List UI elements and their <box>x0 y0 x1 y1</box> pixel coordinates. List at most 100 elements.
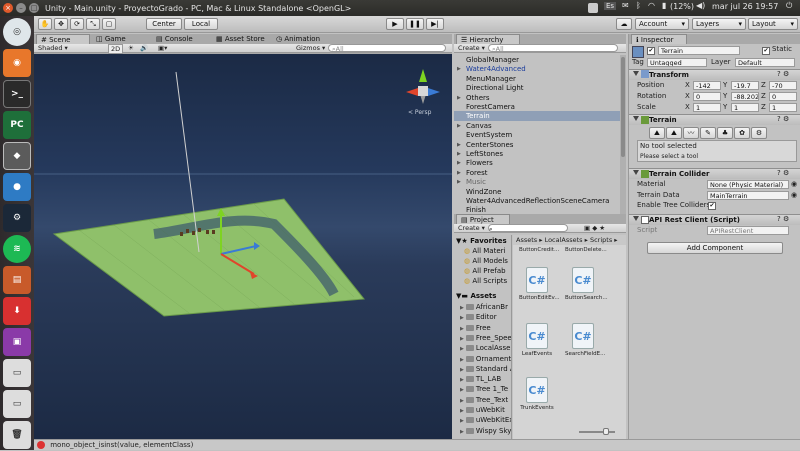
folder-item[interactable]: ▶ Ornament <box>460 354 511 364</box>
breadcrumb-assets[interactable]: Assets <box>516 236 537 244</box>
object-picker-icon[interactable]: ◉ <box>791 191 797 199</box>
project-search-input[interactable]: ⌕ <box>488 224 568 233</box>
clock[interactable]: mar jul 26 19:57 <box>712 2 778 11</box>
api-client-checkbox[interactable] <box>641 216 649 224</box>
folder-item[interactable]: ▶ TL_LAB <box>460 374 501 384</box>
audio-icon[interactable]: 🔊 <box>140 44 148 52</box>
axis-label[interactable]: X <box>685 92 690 100</box>
foldout-arrow-icon[interactable] <box>633 71 639 77</box>
expand-arrow-icon[interactable]: ▶ <box>460 429 464 435</box>
expand-arrow-icon[interactable]: ▶ <box>460 408 464 414</box>
api-client-header[interactable]: API Rest Client (Script) <box>629 214 800 225</box>
raise-terrain-icon[interactable]: ⛰ <box>649 127 665 139</box>
object-picker-icon[interactable]: ◉ <box>791 180 797 188</box>
bluetooth-icon[interactable]: ᛒ <box>636 1 641 10</box>
tab-asset-store[interactable]: ▦ Asset Store <box>212 34 272 44</box>
trash-icon[interactable]: 🗑 <box>3 421 31 449</box>
expand-arrow-icon[interactable]: ▶ <box>460 357 464 363</box>
browser-icon[interactable]: ● <box>3 173 31 201</box>
pycharm-icon[interactable]: PC <box>3 111 31 139</box>
folder-item[interactable]: ▶ Standard A <box>460 364 511 374</box>
expand-arrow-icon[interactable]: ▶ <box>460 315 464 321</box>
scene-viewport[interactable]: < Persp <box>34 54 452 439</box>
hierarchy-create-dropdown[interactable]: Create ▾ <box>458 44 485 52</box>
spotify-icon[interactable]: ≋ <box>3 235 31 263</box>
axis-label[interactable]: Z <box>761 103 766 111</box>
folder-item[interactable]: ▶ Editor <box>460 312 497 322</box>
axis-label[interactable]: X <box>685 81 690 89</box>
volume-icon[interactable]: ◀) <box>696 1 705 10</box>
paint-height-icon[interactable]: ⛰ <box>666 127 682 139</box>
mode-2d-toggle[interactable]: 2D <box>108 44 124 54</box>
unity-icon[interactable]: ◆ <box>3 142 31 170</box>
asset-item[interactable]: C# TrunkEvents <box>519 377 555 417</box>
smooth-height-icon[interactable]: 〰 <box>683 127 699 139</box>
script-field[interactable]: APIRestClient <box>707 226 789 235</box>
step-button[interactable]: ▶| <box>426 18 444 30</box>
folder-item[interactable]: ▶ uWebKit <box>460 405 505 415</box>
paint-details-icon[interactable]: ✿ <box>734 127 750 139</box>
scale-z-field[interactable]: 1 <box>769 103 797 112</box>
hierarchy-search-input[interactable]: ⌕All <box>488 44 618 53</box>
position-y-field[interactable]: -19.7 <box>731 81 759 90</box>
effects-icon[interactable]: ▣▾ <box>158 44 167 52</box>
terrain-header[interactable]: Terrain <box>629 114 800 125</box>
favorite-item[interactable]: ◍ All Materi <box>464 246 505 256</box>
rotation-z-field[interactable]: 0 <box>769 92 797 101</box>
tab-animation[interactable]: ◷ Animation <box>272 34 334 44</box>
icon-size-slider[interactable] <box>579 428 615 435</box>
icon-size-slider-thumb[interactable] <box>603 428 609 435</box>
presentation-icon[interactable]: ▣ <box>3 328 31 356</box>
status-message[interactable]: mono_object_isinst(value, elementClass) <box>50 441 193 449</box>
terrain-settings-icon[interactable]: ⚙ <box>751 127 767 139</box>
account-dropdown[interactable]: Account ▾ <box>635 18 689 30</box>
firefox-icon[interactable]: ◉ <box>3 49 31 77</box>
component-help-icon[interactable]: ? ⚙ <box>777 70 789 78</box>
pause-button[interactable]: ❚❚ <box>406 18 424 30</box>
expand-arrow-icon[interactable]: ▶ <box>460 367 464 373</box>
power-icon[interactable]: ⏻ <box>786 1 792 11</box>
foldout-arrow-icon[interactable] <box>633 170 639 176</box>
foldout-arrow-icon[interactable] <box>633 216 639 222</box>
hierarchy-item[interactable]: Finish <box>454 205 620 214</box>
gizmos-dropdown[interactable]: Gizmos ▾ <box>296 44 325 52</box>
software-center-icon[interactable]: ⬇ <box>3 297 31 325</box>
favorite-item[interactable]: ◍ All Scripts <box>464 276 507 286</box>
rotate-tool-icon[interactable]: ⟳ <box>70 18 84 30</box>
folder-item[interactable]: ▶ Tree 1_Te <box>460 384 508 394</box>
asset-item[interactable]: ButtonCredit... <box>519 247 559 261</box>
folder-item[interactable]: ▶ uWebKitEx <box>460 415 511 425</box>
rotation-y-field[interactable]: -88.202 <box>731 92 759 101</box>
move-tool-icon[interactable]: ✥ <box>54 18 68 30</box>
static-checkbox[interactable]: ✔ <box>762 47 770 55</box>
axis-label[interactable]: Z <box>761 92 766 100</box>
tab-project[interactable]: ▤ Project <box>456 214 510 224</box>
scale-x-field[interactable]: 1 <box>693 103 721 112</box>
folder-item[interactable]: ▶ AfricanBr <box>460 302 508 312</box>
mail-icon[interactable]: ✉ <box>622 1 629 10</box>
lighting-icon[interactable]: ☀ <box>128 44 134 52</box>
battery-icon[interactable]: ▮ <box>662 1 666 10</box>
filter-icons[interactable]: ▣ ◆ ★ <box>584 224 605 232</box>
axis-label[interactable]: Z <box>761 81 766 89</box>
active-checkbox[interactable]: ✔ <box>647 47 655 55</box>
favorite-item[interactable]: ◍ All Models <box>464 256 508 266</box>
pivot-local-button[interactable]: Local <box>184 18 218 30</box>
component-help-icon[interactable]: ? ⚙ <box>777 115 789 123</box>
hierarchy-scroll-thumb[interactable] <box>621 57 625 157</box>
minimize-window-icon[interactable]: – <box>16 3 26 13</box>
axis-label[interactable]: Y <box>723 103 727 111</box>
tab-scene[interactable]: # Scene <box>36 34 90 44</box>
pivot-center-button[interactable]: Center <box>146 18 182 30</box>
expand-arrow-icon[interactable]: ▶ <box>460 305 464 311</box>
component-help-icon[interactable]: ? ⚙ <box>777 215 789 223</box>
dropbox-icon[interactable] <box>588 3 598 13</box>
scale-tool-icon[interactable]: ⤡ <box>86 18 100 30</box>
project-create-dropdown[interactable]: Create ▾ <box>458 224 485 232</box>
layer-dropdown[interactable]: Default <box>735 58 795 67</box>
favorites-header[interactable]: ▼★ Favorites <box>456 236 507 246</box>
scale-y-field[interactable]: 1 <box>731 103 759 112</box>
foldout-arrow-icon[interactable] <box>633 116 639 122</box>
tab-game[interactable]: ◫ Game <box>92 34 146 44</box>
asset-item[interactable]: ButtonDelete... <box>565 247 607 261</box>
